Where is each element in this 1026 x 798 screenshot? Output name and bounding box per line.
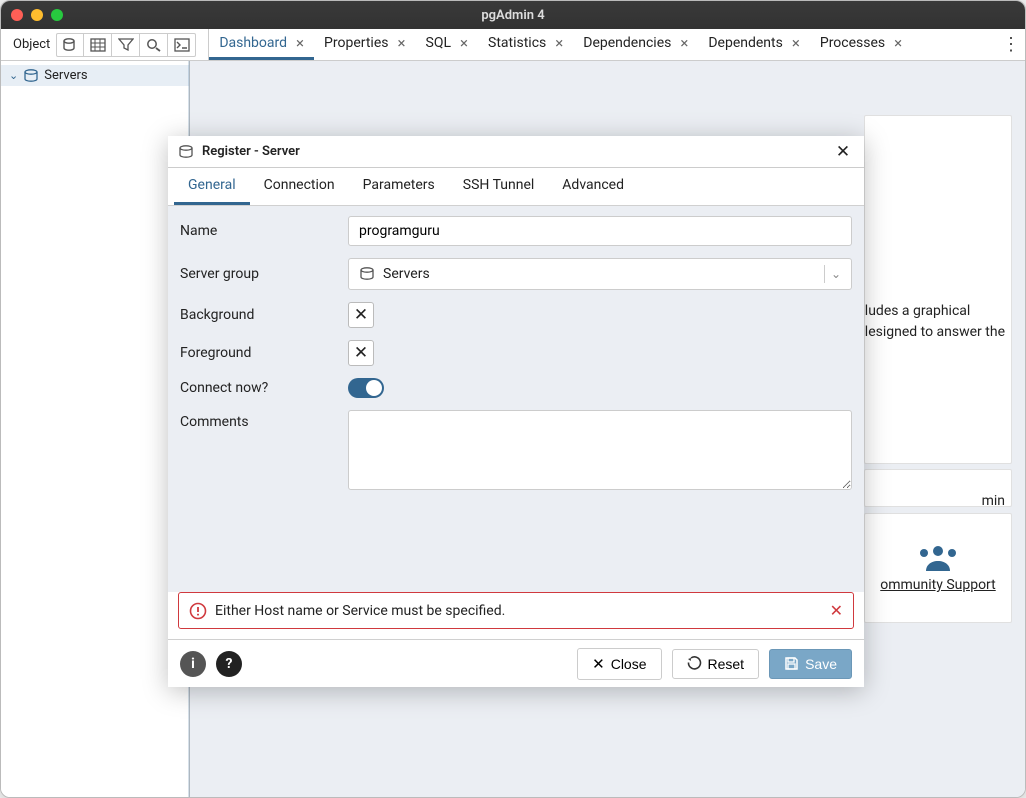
help-icon[interactable]: ? bbox=[216, 651, 242, 677]
chevron-down-icon: ⌄ bbox=[831, 267, 841, 281]
save-icon bbox=[784, 656, 799, 671]
partial-text: ludes a graphicallesigned to answer the bbox=[865, 301, 1005, 343]
filter-rows-icon[interactable] bbox=[112, 33, 140, 57]
error-banner: Either Host name or Service must be spec… bbox=[178, 592, 854, 629]
tab-processes[interactable]: Processes× bbox=[810, 29, 912, 60]
search-icon[interactable] bbox=[140, 33, 168, 57]
tab-general[interactable]: General bbox=[174, 168, 250, 205]
dialog-tabbar: General Connection Parameters SSH Tunnel… bbox=[168, 168, 864, 206]
error-text: Either Host name or Service must be spec… bbox=[215, 603, 505, 619]
foreground-label: Foreground bbox=[180, 345, 348, 361]
titlebar: pgAdmin 4 bbox=[1, 1, 1025, 29]
tab-properties[interactable]: Properties× bbox=[314, 29, 415, 60]
close-icon: ✕ bbox=[592, 655, 605, 673]
tree-root-servers[interactable]: ⌄ Servers bbox=[1, 65, 189, 86]
info-icon[interactable]: i bbox=[180, 651, 206, 677]
dialog-footer: i ? ✕Close Reset Save bbox=[168, 639, 864, 687]
query-tool-icon[interactable] bbox=[56, 33, 84, 57]
window-title: pgAdmin 4 bbox=[1, 8, 1025, 23]
connect-now-label: Connect now? bbox=[180, 380, 348, 396]
server-icon bbox=[178, 145, 194, 159]
tab-sql[interactable]: SQL× bbox=[416, 29, 479, 60]
error-icon bbox=[189, 602, 207, 620]
partial-text-2: min bbox=[982, 491, 1005, 512]
tree: ⌄ Servers bbox=[1, 61, 189, 90]
app-window: pgAdmin 4 Object Dashboard× Properties× … bbox=[0, 0, 1026, 798]
comments-textarea[interactable] bbox=[348, 410, 852, 490]
register-server-dialog: Register - Server ✕ General Connection P… bbox=[168, 136, 864, 687]
view-data-icon[interactable] bbox=[84, 33, 112, 57]
tab-dependents[interactable]: Dependents× bbox=[698, 29, 810, 60]
comments-label: Comments bbox=[180, 410, 348, 430]
tab-statistics[interactable]: Statistics× bbox=[478, 29, 573, 60]
background-label: Background bbox=[180, 307, 348, 323]
main-tabbar: Dashboard× Properties× SQL× Statistics× … bbox=[208, 29, 1025, 60]
background-color-button[interactable]: ✕ bbox=[348, 302, 374, 328]
server-group-label: Server group bbox=[180, 266, 348, 282]
tab-dependencies[interactable]: Dependencies× bbox=[573, 29, 698, 60]
main-area: ⌄ Servers ludes a graphicallesigned to a… bbox=[1, 61, 1025, 797]
welcome-card-fragment bbox=[864, 115, 1012, 464]
community-support-link[interactable]: ommunity Support bbox=[880, 577, 995, 593]
close-icon[interactable]: × bbox=[555, 34, 563, 52]
dialog-title: Register - Server bbox=[202, 144, 300, 159]
server-group-select[interactable]: Servers ⌄ bbox=[348, 258, 852, 290]
name-input[interactable] bbox=[348, 216, 852, 246]
tab-dashboard[interactable]: Dashboard× bbox=[209, 29, 314, 60]
dialog-body: Name Server group Servers ⌄ bbox=[168, 206, 864, 592]
chevron-down-icon[interactable]: ⌄ bbox=[9, 69, 18, 82]
tab-ssh-tunnel[interactable]: SSH Tunnel bbox=[449, 168, 549, 205]
reset-icon bbox=[687, 656, 702, 671]
close-icon[interactable]: × bbox=[894, 34, 902, 52]
server-group-icon bbox=[23, 69, 39, 83]
tab-connection[interactable]: Connection bbox=[250, 168, 349, 205]
tab-overflow-menu[interactable]: ⋮ bbox=[997, 29, 1025, 60]
tree-label: Servers bbox=[44, 68, 87, 83]
close-icon[interactable]: × bbox=[680, 34, 688, 52]
dialog-close-button[interactable]: ✕ bbox=[832, 141, 854, 163]
community-support-card: ommunity Support bbox=[864, 513, 1012, 623]
object-menu[interactable]: Object bbox=[5, 37, 56, 52]
main-toolbar: Object Dashboard× Properties× SQL× Stati… bbox=[1, 29, 1025, 61]
reset-button[interactable]: Reset bbox=[672, 649, 760, 679]
name-label: Name bbox=[180, 223, 348, 239]
close-icon[interactable]: × bbox=[296, 34, 304, 52]
dialog-header: Register - Server ✕ bbox=[168, 136, 864, 168]
close-button[interactable]: ✕Close bbox=[577, 648, 661, 680]
server-group-icon bbox=[359, 267, 375, 281]
sidebar: ⌄ Servers bbox=[1, 61, 190, 797]
connect-now-toggle[interactable] bbox=[348, 378, 384, 398]
error-dismiss-button[interactable]: ✕ bbox=[830, 601, 843, 620]
save-button[interactable]: Save bbox=[769, 649, 852, 679]
close-icon[interactable]: × bbox=[792, 34, 800, 52]
tab-parameters[interactable]: Parameters bbox=[349, 168, 449, 205]
users-icon bbox=[916, 543, 960, 573]
foreground-color-button[interactable]: ✕ bbox=[348, 340, 374, 366]
close-icon[interactable]: × bbox=[460, 34, 468, 52]
close-icon[interactable]: × bbox=[397, 34, 405, 52]
tab-advanced[interactable]: Advanced bbox=[548, 168, 638, 205]
server-group-value: Servers bbox=[383, 266, 430, 282]
psql-tool-icon[interactable] bbox=[168, 33, 196, 57]
